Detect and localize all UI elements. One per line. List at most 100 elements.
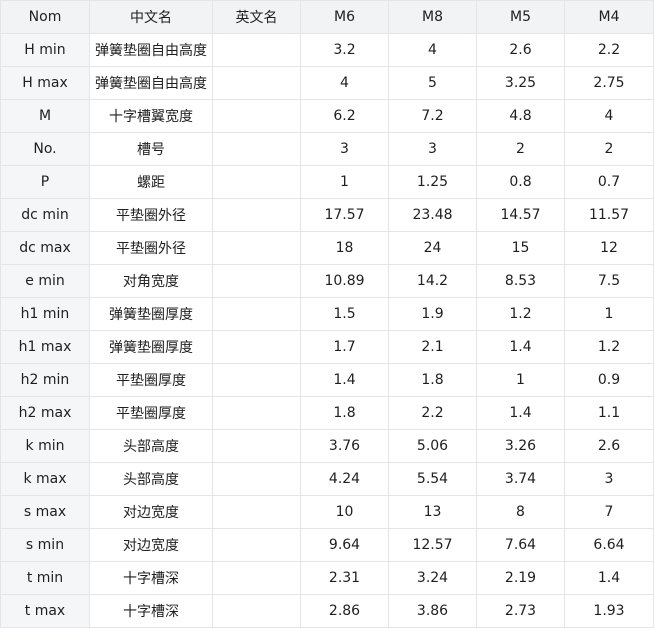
cell-english-name xyxy=(212,528,301,562)
cell-m5: 2.19 xyxy=(476,561,565,595)
header-m4: M4 xyxy=(564,0,654,34)
header-m6: M6 xyxy=(300,0,389,34)
cell-nom: s min xyxy=(0,528,90,562)
table-row: h2 max 平垫圈厚度 1.8 2.2 1.4 1.1 xyxy=(0,396,654,430)
cell-m8: 1.8 xyxy=(388,363,477,397)
cell-m4: 0.9 xyxy=(564,363,654,397)
cell-m5: 2.73 xyxy=(476,594,565,628)
cell-m8: 5.06 xyxy=(388,429,477,463)
cell-m6: 1 xyxy=(300,165,389,199)
cell-chinese-name: 十字槽深 xyxy=(89,561,213,595)
cell-chinese-name: 十字槽翼宽度 xyxy=(89,99,213,133)
cell-m6: 17.57 xyxy=(300,198,389,232)
cell-m5: 15 xyxy=(476,231,565,265)
cell-m6: 2.86 xyxy=(300,594,389,628)
cell-chinese-name: 对边宽度 xyxy=(89,528,213,562)
cell-m8: 1.9 xyxy=(388,297,477,331)
cell-nom: h1 min xyxy=(0,297,90,331)
cell-m8: 1.25 xyxy=(388,165,477,199)
cell-english-name xyxy=(212,495,301,529)
table-row: P 螺距 1 1.25 0.8 0.7 xyxy=(0,165,654,199)
cell-m5: 0.8 xyxy=(476,165,565,199)
table-header: Nom 中文名 英文名 M6 M8 M5 M4 xyxy=(0,0,654,34)
cell-nom: t min xyxy=(0,561,90,595)
cell-m4: 11.57 xyxy=(564,198,654,232)
cell-m6: 18 xyxy=(300,231,389,265)
cell-english-name xyxy=(212,66,301,100)
header-english-name: 英文名 xyxy=(212,0,301,34)
cell-nom: M xyxy=(0,99,90,133)
cell-english-name xyxy=(212,264,301,298)
cell-m8: 23.48 xyxy=(388,198,477,232)
cell-m5: 7.64 xyxy=(476,528,565,562)
table-body: H min 弹簧垫圈自由高度 3.2 4 2.6 2.2 H max 弹簧垫圈自由高度 4 5 3.… xyxy=(0,33,654,628)
cell-m5: 1.4 xyxy=(476,330,565,364)
cell-english-name xyxy=(212,198,301,232)
cell-m5: 14.57 xyxy=(476,198,565,232)
table-row: s max 对边宽度 10 13 8 7 xyxy=(0,495,654,529)
cell-m8: 24 xyxy=(388,231,477,265)
table-row: s min 对边宽度 9.64 12.57 7.64 6.64 xyxy=(0,528,654,562)
cell-m4: 1.4 xyxy=(564,561,654,595)
cell-chinese-name: 平垫圈外径 xyxy=(89,198,213,232)
cell-nom: h2 min xyxy=(0,363,90,397)
cell-m5: 8.53 xyxy=(476,264,565,298)
cell-m6: 10.89 xyxy=(300,264,389,298)
cell-english-name xyxy=(212,99,301,133)
cell-nom: k max xyxy=(0,462,90,496)
cell-m4: 2 xyxy=(564,132,654,166)
cell-english-name xyxy=(212,132,301,166)
header-m5: M5 xyxy=(476,0,565,34)
cell-m6: 9.64 xyxy=(300,528,389,562)
cell-chinese-name: 螺距 xyxy=(89,165,213,199)
cell-nom: e min xyxy=(0,264,90,298)
cell-m8: 3.24 xyxy=(388,561,477,595)
cell-m4: 1 xyxy=(564,297,654,331)
cell-m8: 13 xyxy=(388,495,477,529)
table-row: h1 max 弹簧垫圈厚度 1.7 2.1 1.4 1.2 xyxy=(0,330,654,364)
cell-english-name xyxy=(212,594,301,628)
cell-m4: 2.75 xyxy=(564,66,654,100)
cell-english-name xyxy=(212,297,301,331)
cell-m6: 6.2 xyxy=(300,99,389,133)
table-row: t max 十字槽深 2.86 3.86 2.73 1.93 xyxy=(0,594,654,628)
cell-m6: 3 xyxy=(300,132,389,166)
cell-m4: 6.64 xyxy=(564,528,654,562)
cell-chinese-name: 对角宽度 xyxy=(89,264,213,298)
cell-m6: 1.5 xyxy=(300,297,389,331)
cell-m4: 12 xyxy=(564,231,654,265)
cell-nom: P xyxy=(0,165,90,199)
cell-m8: 4 xyxy=(388,33,477,67)
cell-m8: 14.2 xyxy=(388,264,477,298)
table-row: H max 弹簧垫圈自由高度 4 5 3.25 2.75 xyxy=(0,66,654,100)
cell-m5: 3.74 xyxy=(476,462,565,496)
table-row: No. 槽号 3 3 2 2 xyxy=(0,132,654,166)
cell-m5: 8 xyxy=(476,495,565,529)
cell-chinese-name: 弹簧垫圈自由高度 xyxy=(89,33,213,67)
cell-m5: 2.6 xyxy=(476,33,565,67)
cell-m4: 1.93 xyxy=(564,594,654,628)
cell-chinese-name: 十字槽深 xyxy=(89,594,213,628)
cell-english-name xyxy=(212,462,301,496)
cell-chinese-name: 弹簧垫圈厚度 xyxy=(89,330,213,364)
cell-m8: 5 xyxy=(388,66,477,100)
table-row: dc max 平垫圈外径 18 24 15 12 xyxy=(0,231,654,265)
cell-m6: 1.8 xyxy=(300,396,389,430)
cell-english-name xyxy=(212,429,301,463)
cell-m6: 3.76 xyxy=(300,429,389,463)
table-row: M 十字槽翼宽度 6.2 7.2 4.8 4 xyxy=(0,99,654,133)
spec-table: Nom 中文名 英文名 M6 M8 M5 M4 H min 弹簧垫圈自由高度 3.2… xyxy=(0,0,654,628)
cell-m4: 3 xyxy=(564,462,654,496)
table-row: k min 头部高度 3.76 5.06 3.26 2.6 xyxy=(0,429,654,463)
cell-chinese-name: 弹簧垫圈自由高度 xyxy=(89,66,213,100)
cell-nom: t max xyxy=(0,594,90,628)
cell-m4: 0.7 xyxy=(564,165,654,199)
cell-m5: 1 xyxy=(476,363,565,397)
cell-m4: 2.6 xyxy=(564,429,654,463)
cell-english-name xyxy=(212,396,301,430)
cell-m8: 7.2 xyxy=(388,99,477,133)
cell-nom: H min xyxy=(0,33,90,67)
table-row: H min 弹簧垫圈自由高度 3.2 4 2.6 2.2 xyxy=(0,33,654,67)
cell-nom: h1 max xyxy=(0,330,90,364)
cell-nom: h2 max xyxy=(0,396,90,430)
